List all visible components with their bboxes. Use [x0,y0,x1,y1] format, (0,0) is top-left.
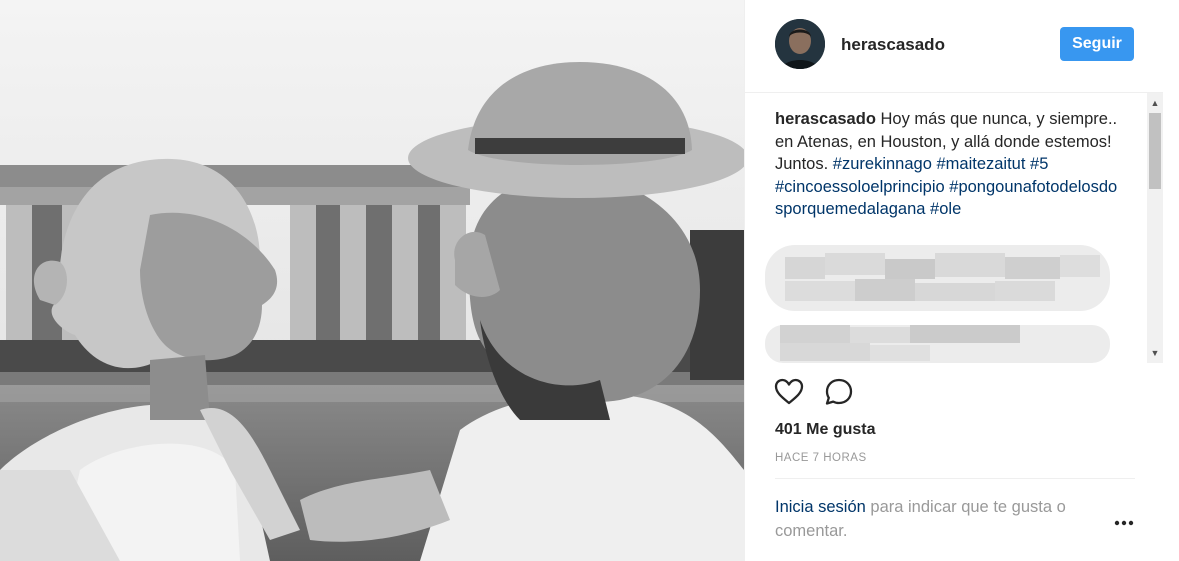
hashtag-link[interactable]: #cincoessoloelprincipio [775,178,945,196]
header-username[interactable]: herascasado [841,35,945,55]
hashtag-link[interactable]: #5 [1030,155,1048,173]
login-link[interactable]: Inicia sesión [775,498,866,516]
login-prompt: Inicia sesión para indicar que te gusta … [775,495,1115,543]
scrollbar-thumb[interactable] [1149,113,1161,189]
blurred-comment [765,245,1110,311]
hashtag-link[interactable]: #maitezaitut [936,155,1025,173]
blurred-comments [765,245,1110,363]
scroll-up-arrow-icon[interactable]: ▲ [1147,95,1163,111]
caption: herascasado Hoy más que nunca, y siempre… [775,108,1120,221]
page-gutter [1163,0,1179,561]
caption-username[interactable]: herascasado [775,110,876,128]
post-header: herascasado Seguir [745,0,1163,93]
post-timestamp[interactable]: HACE 7 HORAS [775,452,867,464]
likes-count[interactable]: 401 Me gusta [775,421,875,439]
comment-icon[interactable] [823,376,855,408]
divider [775,478,1135,479]
post-sidebar: herascasado Seguir herascasado Hoy más q… [744,0,1164,561]
photo-image [0,0,744,561]
follow-button[interactable]: Seguir [1060,27,1134,61]
hashtag-link[interactable]: #ole [930,200,961,218]
heart-icon[interactable] [773,376,805,408]
more-options-icon[interactable] [1113,516,1135,528]
instagram-post: herascasado Seguir herascasado Hoy más q… [0,0,1179,561]
post-photo[interactable] [0,0,744,561]
comments-area[interactable]: herascasado Hoy más que nunca, y siempre… [745,93,1163,363]
avatar[interactable] [775,19,825,69]
hashtag-link[interactable]: #zurekinnago [833,155,932,173]
blurred-comment [765,325,1110,363]
scroll-down-arrow-icon[interactable]: ▼ [1147,345,1163,361]
